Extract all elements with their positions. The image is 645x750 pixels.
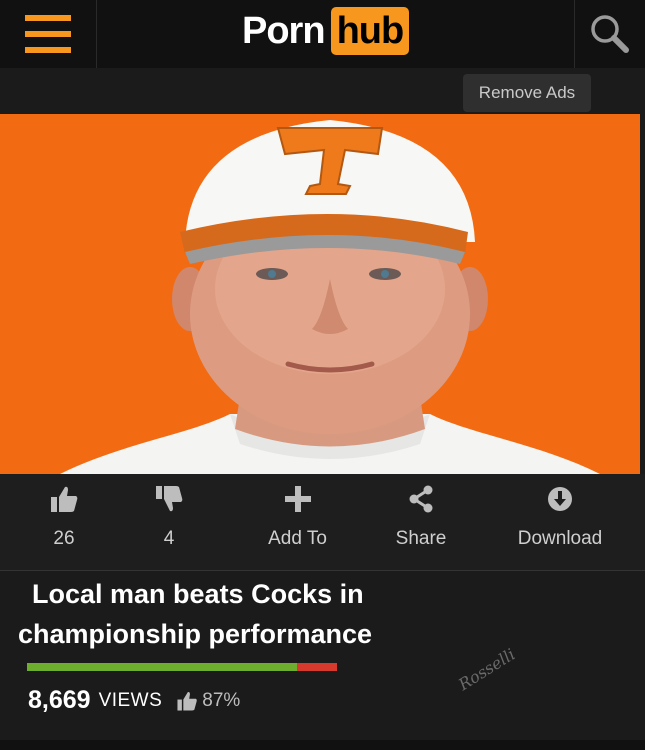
download-icon [548, 487, 572, 511]
share-label: Share [395, 528, 447, 549]
like-button[interactable]: 26 [28, 474, 100, 570]
site-logo[interactable]: Porn hub [242, 5, 410, 57]
remove-ads-button[interactable]: Remove Ads [463, 74, 591, 112]
search-icon [591, 15, 629, 53]
share-icon [409, 485, 433, 513]
plus-icon [284, 486, 311, 512]
logo-text-part1: Porn [242, 9, 326, 52]
video-title-line2: championship performance [18, 619, 373, 649]
video-title-line1: Local man beats Cocks in [32, 579, 364, 609]
like-count: 26 [53, 528, 75, 549]
download-label: Download [517, 528, 603, 549]
logo-text-part2: hub [330, 7, 410, 55]
menu-button[interactable] [0, 0, 97, 68]
views-label: VIEWS [98, 689, 163, 711]
video-thumbnail[interactable] [0, 114, 640, 474]
thumbs-up-icon [177, 691, 198, 711]
video-stats: 8,669 VIEWS 87% [28, 686, 240, 715]
dislike-button[interactable]: 4 [133, 474, 205, 570]
video-title[interactable]: Local man beats Cocks in championship pe… [18, 574, 578, 654]
thumbs-up-icon [51, 486, 78, 512]
rating-percent: 87% [202, 689, 241, 711]
top-bar: Porn hub [0, 0, 645, 68]
thumbs-down-icon [156, 486, 183, 512]
action-bar: 26 4 Add To Share Download [0, 474, 645, 571]
video-image [0, 114, 640, 474]
rating-bar-positive [27, 663, 297, 671]
share-button[interactable]: Share [376, 474, 466, 570]
add-to-button[interactable]: Add To [250, 474, 345, 570]
hamburger-menu-icon [25, 15, 71, 53]
rating-bar [27, 663, 337, 671]
dislike-count: 4 [163, 528, 175, 549]
download-button[interactable]: Download [505, 474, 615, 570]
bottom-divider [0, 740, 645, 750]
add-to-label: Add To [268, 528, 327, 549]
search-button[interactable] [574, 0, 645, 68]
views-count: 8,669 [28, 686, 91, 714]
